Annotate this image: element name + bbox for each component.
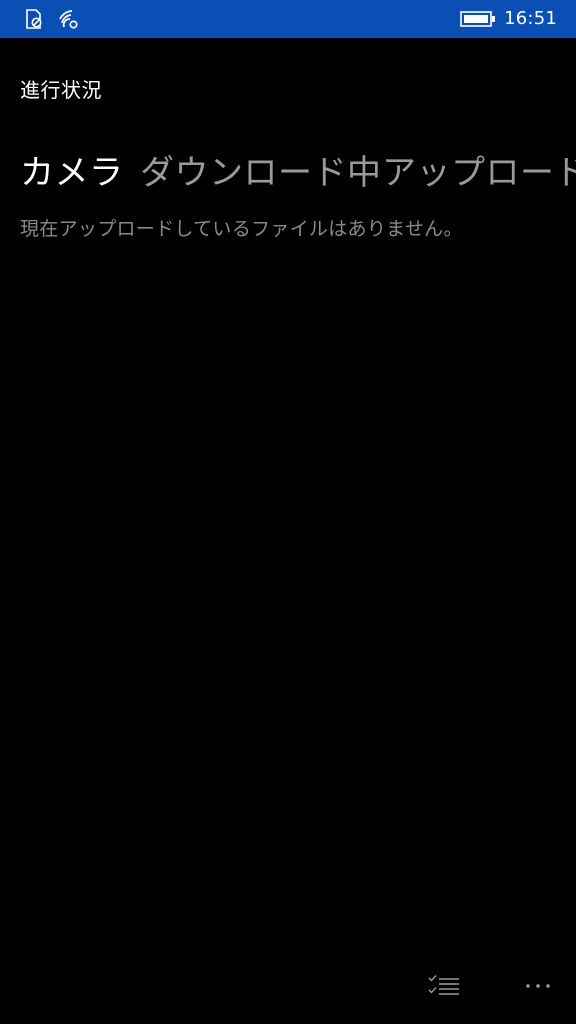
- empty-message: 現在アップロードしているファイルはありません。: [20, 218, 463, 240]
- battery-icon: [460, 11, 496, 27]
- select-list-icon: [427, 973, 461, 999]
- status-time: 16:51: [504, 8, 557, 29]
- tab-downloading[interactable]: ダウンロード中: [140, 148, 382, 198]
- status-bar: 16:51: [0, 0, 576, 38]
- more-icon: [524, 982, 552, 990]
- more-button[interactable]: [508, 958, 568, 1014]
- sim-card-icon: [24, 9, 44, 29]
- page-title: 進行状況: [20, 78, 102, 102]
- select-list-button[interactable]: [414, 958, 474, 1014]
- wifi-icon: [58, 9, 80, 29]
- tab-camera[interactable]: カメラ: [20, 148, 124, 198]
- app-bar: [0, 958, 576, 1014]
- pivot-tabs: カメラ ダウンロード中 アップロード中: [0, 148, 576, 208]
- tab-uploading[interactable]: アップロード中: [382, 148, 576, 198]
